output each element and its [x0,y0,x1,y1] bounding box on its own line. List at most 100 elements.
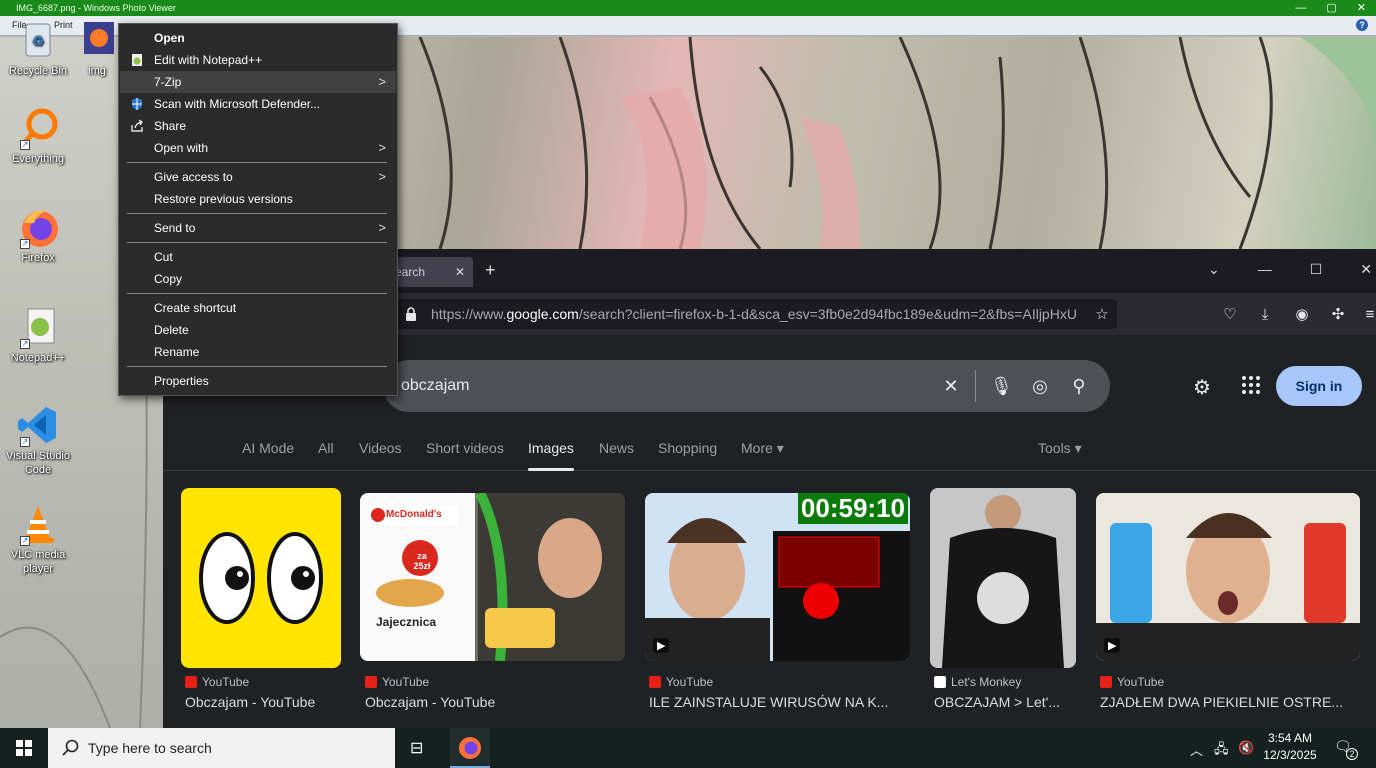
window-close-icon[interactable]: ✕ [1360,261,1372,278]
thumb-text: za 25zł [413,551,431,571]
tools-button[interactable]: Tools ▾ [1038,440,1082,457]
taskbar-firefox-button[interactable] [450,728,490,768]
minimize-icon[interactable]: — [1295,0,1306,16]
menu-item-7zip[interactable]: 7-Zip > [120,71,396,93]
desktop-icon-vlc[interactable]: ↗ VLC media player [0,502,76,576]
desktop-icon-label: Notepad++ [10,352,66,364]
menu-item-open[interactable]: Open [120,27,396,49]
menu-item-create-shortcut[interactable]: Create shortcut [120,297,396,319]
settings-gear-icon[interactable]: ⚙ [1193,375,1211,400]
result-title[interactable]: ZJADŁEM DWA PIEKIELNIE OSTRE... [1100,694,1343,710]
vlc-icon: ↗ [16,502,60,546]
new-tab-button[interactable]: + [485,260,496,281]
menu-item-restore-versions[interactable]: Restore previous versions [120,188,396,210]
desktop-icon-firefox[interactable]: ↗ Firefox [0,205,76,265]
image-result-thumb[interactable]: 00:59:10 ▶ [645,493,910,661]
bookmark-star-icon[interactable]: ☆ [1093,306,1111,324]
maximize-icon[interactable]: ▢ [1326,0,1336,16]
account-icon[interactable]: ◉ [1293,306,1311,324]
lens-icon[interactable]: ◎ [1030,376,1050,396]
menu-item-give-access[interactable]: Give access to > [120,166,396,188]
tab-more[interactable]: More ▾ [741,440,784,457]
menu-item-cut[interactable]: Cut [120,246,396,268]
result-source[interactable]: Let's Monkey [934,675,1021,689]
google-search-box[interactable]: obczajam ✕ 🎙 ◎ ⚲ [383,360,1110,412]
tab-ai-mode[interactable]: AI Mode [242,440,294,456]
desktop-icon-label: Visual Studio Code [5,450,70,476]
menu-separator [127,366,387,367]
search-tabs: AI Mode All Videos Short videos Images N… [163,427,1376,471]
notification-count: 2 [1346,748,1358,760]
chevron-right-icon: > [378,140,386,155]
pocket-icon[interactable]: ♡ [1221,306,1239,324]
help-icon[interactable]: ? [1356,19,1368,31]
desktop-icon-label: Everything [12,153,64,165]
desktop-icon-label: Recycle Bin [8,65,68,77]
microphone-icon[interactable]: 🎙 [990,376,1013,396]
start-button[interactable] [0,728,48,768]
result-title[interactable]: Obczajam - YouTube [365,694,495,710]
list-tabs-icon[interactable]: ⌄ [1208,261,1220,278]
vscode-icon: ↗ [16,403,60,447]
taskbar-search-box[interactable]: Type here to search [48,728,395,768]
result-title[interactable]: OBCZAJAM > Let'... [934,694,1060,710]
window-minimize-icon[interactable]: — [1258,261,1272,278]
menu-item-properties[interactable]: Properties [120,370,396,392]
downloads-icon[interactable]: ⤓ [1256,306,1274,324]
result-source[interactable]: YouTube [185,675,249,689]
result-title[interactable]: ILE ZAINSTALUJE WIRUSÓW NA K... [649,694,888,710]
app-menu-icon[interactable]: ≡ [1361,306,1376,324]
result-source[interactable]: YouTube [649,675,713,689]
task-view-icon[interactable]: ⊟ [410,738,423,758]
tab-images[interactable]: Images [528,440,574,471]
volume-muted-icon[interactable]: 🔇 [1238,740,1254,756]
network-icon[interactable]: 🖧 [1214,740,1229,762]
shortcut-arrow-icon: ↗ [20,437,30,447]
result-title[interactable]: Obczajam - YouTube [185,694,315,710]
image-result-thumb[interactable]: ▶ [1096,493,1360,661]
tab-shopping[interactable]: Shopping [658,440,717,456]
firefox-image-icon [76,18,118,62]
url-bar[interactable]: https://www.google.com/search?client=fir… [393,299,1117,329]
defender-shield-icon [132,98,142,110]
search-icon[interactable]: ⚲ [1069,376,1089,396]
menu-item-delete[interactable]: Delete [120,319,396,341]
svg-text:♻: ♻ [32,33,45,49]
desktop-icon-recycle-bin[interactable]: ♻ Recycle Bin [0,18,76,78]
menu-separator [127,213,387,214]
notepad-plus-plus-icon: ↗ [16,305,60,349]
tab-videos[interactable]: Videos [359,440,402,456]
menu-item-rename[interactable]: Rename [120,341,396,363]
desktop-icon-notepadpp[interactable]: ↗ Notepad++ [0,305,76,365]
menu-item-open-with[interactable]: Open with > [120,137,396,159]
show-hidden-icons-icon[interactable]: ︿ [1190,740,1203,759]
tab-news[interactable]: News [599,440,634,456]
extensions-icon[interactable]: ✣ [1329,306,1347,324]
menu-item-scan-defender[interactable]: Scan with Microsoft Defender... [120,93,396,115]
menu-item-edit-notepadpp[interactable]: Edit with Notepad++ [120,49,396,71]
result-source[interactable]: YouTube [1100,675,1164,689]
clear-search-icon[interactable]: ✕ [941,376,961,396]
desktop-icon-vscode[interactable]: ↗ Visual Studio Code [0,403,76,477]
desktop-icon-everything[interactable]: ↗ Everything [0,106,76,166]
menu-item-share[interactable]: Share [120,115,396,137]
notifications-icon[interactable]: 🗨 2 [1334,738,1358,760]
close-icon[interactable]: ✕ [1357,0,1366,16]
google-apps-icon[interactable] [1241,375,1261,395]
image-result-thumb[interactable] [930,488,1076,668]
tab-all[interactable]: All [318,440,334,456]
photo-viewer-title: IMG_6687.png - Windows Photo Viewer [16,3,176,13]
menu-item-send-to[interactable]: Send to > [120,217,396,239]
tab-short-videos[interactable]: Short videos [426,440,504,456]
tab-close-icon[interactable]: ✕ [455,257,465,287]
image-result-thumb[interactable]: McDonald's za 25zł Jajecznica [360,493,625,661]
taskbar-search-placeholder: Type here to search [88,740,212,756]
sign-in-button[interactable]: Sign in [1276,366,1362,406]
image-result-thumb[interactable] [181,488,341,668]
recycle-bin-icon: ♻ [16,18,60,62]
window-maximize-icon[interactable]: ☐ [1310,261,1323,278]
taskbar-clock[interactable]: 3:54 AM 12/3/2025 [1258,730,1322,764]
menu-item-copy[interactable]: Copy [120,268,396,290]
result-source[interactable]: YouTube [365,675,429,689]
desktop-icon-img[interactable]: img [76,18,118,78]
